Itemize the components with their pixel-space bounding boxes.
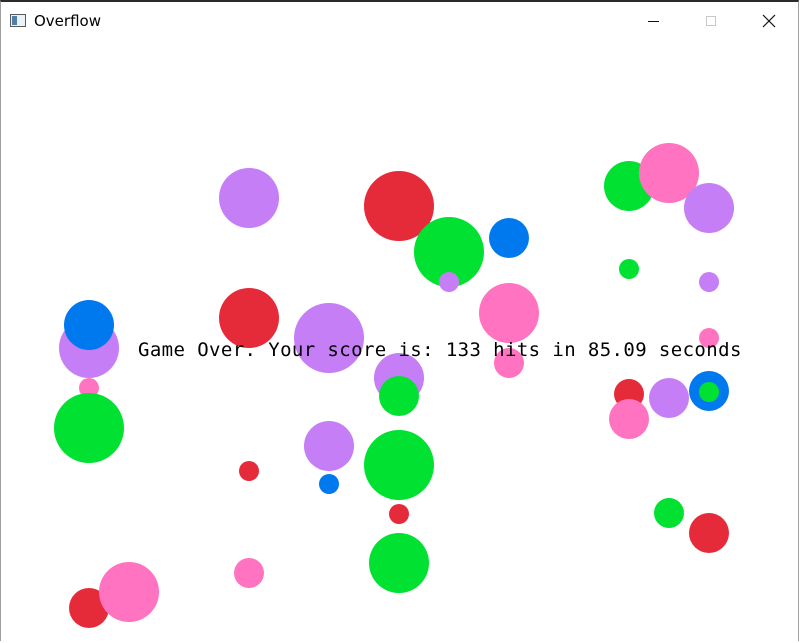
ball-green[interactable] xyxy=(54,393,124,463)
ball-red[interactable] xyxy=(689,513,729,553)
ball-green[interactable] xyxy=(364,430,434,500)
maximize-icon xyxy=(706,16,716,26)
ball-red[interactable] xyxy=(389,504,409,524)
ball-green[interactable] xyxy=(699,382,719,402)
ball-pink[interactable] xyxy=(99,562,159,622)
ball-pink[interactable] xyxy=(609,399,649,439)
ball-purple[interactable] xyxy=(699,272,719,292)
ball-pink[interactable] xyxy=(479,283,539,343)
game-window: Overflow Game Over. Your score is: 133 h… xyxy=(0,0,799,641)
title-bar[interactable]: Overflow xyxy=(1,2,798,40)
game-over-message: Game Over. Your score is: 133 hits in 85… xyxy=(138,339,742,361)
window-app-icon[interactable] xyxy=(10,14,26,27)
close-icon xyxy=(762,14,776,28)
ball-blue[interactable] xyxy=(64,300,114,350)
minimize-icon xyxy=(647,20,659,22)
ball-purple[interactable] xyxy=(649,378,689,418)
maximize-button[interactable] xyxy=(688,2,734,40)
ball-purple[interactable] xyxy=(439,272,459,292)
ball-green[interactable] xyxy=(654,498,684,528)
ball-green[interactable] xyxy=(619,259,639,279)
ball-green[interactable] xyxy=(379,376,419,416)
minimize-button[interactable] xyxy=(630,2,676,40)
ball-pink[interactable] xyxy=(234,558,264,588)
game-canvas[interactable]: Game Over. Your score is: 133 hits in 85… xyxy=(1,40,798,641)
ball-purple[interactable] xyxy=(304,421,354,471)
ball-blue[interactable] xyxy=(319,474,339,494)
ball-blue[interactable] xyxy=(489,218,529,258)
window-title: Overflow xyxy=(34,12,101,30)
ball-green[interactable] xyxy=(369,533,429,593)
ball-purple[interactable] xyxy=(684,183,734,233)
close-button[interactable] xyxy=(746,2,792,40)
ball-purple[interactable] xyxy=(219,168,279,228)
ball-red[interactable] xyxy=(239,461,259,481)
